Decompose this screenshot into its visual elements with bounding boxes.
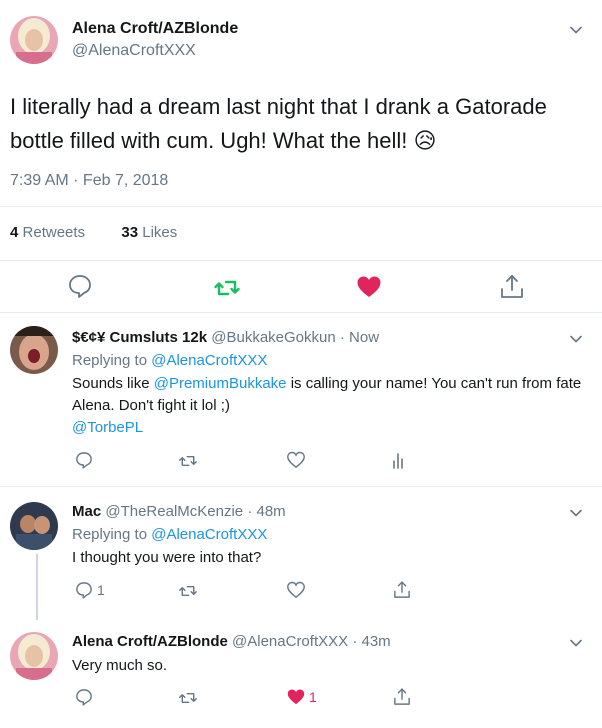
share-icon [394, 581, 410, 598]
reply-author-handle[interactable]: @TheRealMcKenzie [105, 503, 243, 520]
heart-icon [287, 581, 305, 599]
replying-to-link[interactable]: @AlenaCroftXXX [151, 526, 267, 543]
reply-count: 1 [97, 582, 105, 598]
reply-text: Very much so. [72, 657, 168, 674]
share-action[interactable] [392, 580, 412, 600]
reply-icon [76, 452, 92, 469]
tweet-text: I literally had a dream last night that … [10, 90, 590, 158]
chevron-down-icon[interactable] [568, 635, 584, 651]
retweets-stat[interactable]: 4 Retweets [10, 224, 85, 241]
retweet-icon[interactable] [213, 274, 241, 302]
reply-author-handle[interactable]: @BukkakeGokkun [211, 329, 335, 346]
reply-action[interactable] [74, 687, 94, 707]
retweet-action[interactable] [178, 451, 198, 471]
replying-to: Replying to @AlenaCroftXXX [72, 526, 268, 543]
reply-author-name[interactable]: Alena Croft/AZBlonde [72, 633, 228, 650]
avatar[interactable] [10, 502, 58, 550]
avatar[interactable] [10, 16, 58, 64]
divider [0, 260, 602, 261]
reply-icon [76, 689, 92, 706]
retweet-icon [179, 456, 197, 466]
thread-line [36, 554, 38, 620]
avatar[interactable] [10, 632, 58, 680]
reply-text: I thought you were into that? [72, 549, 262, 566]
reply-author[interactable]: $€¢¥ Cumsluts 12k @BukkakeGokkun · Now [72, 329, 379, 346]
replying-to: Replying to @AlenaCroftXXX [72, 352, 268, 369]
reply-action[interactable]: 1 [74, 580, 105, 600]
analytics-icon [393, 453, 403, 469]
retweet-icon [179, 693, 197, 703]
reply-time[interactable]: 48m [257, 503, 286, 520]
reply-icon [76, 582, 92, 599]
like-heart-icon[interactable] [355, 273, 383, 301]
reply-text: Sounds like @PremiumBukkake is calling y… [72, 375, 582, 436]
share-icon[interactable] [498, 273, 526, 301]
heart-icon [287, 451, 305, 469]
chevron-down-icon[interactable] [568, 331, 584, 347]
likes-stat[interactable]: 33 Likes [121, 224, 177, 241]
reply-author-handle[interactable]: @AlenaCroftXXX [232, 633, 348, 650]
heart-icon [287, 689, 305, 705]
retweet-icon [179, 586, 197, 596]
reply-author-name[interactable]: $€¢¥ Cumsluts 12k [72, 329, 207, 346]
reply-author[interactable]: Alena Croft/AZBlonde @AlenaCroftXXX · 43… [72, 633, 391, 650]
reply-time[interactable]: Now [349, 329, 379, 346]
author-handle[interactable]: @AlenaCroftXXX [72, 42, 196, 60]
chevron-down-icon[interactable] [568, 22, 584, 38]
reply-author-name[interactable]: Mac [72, 503, 101, 520]
divider [0, 206, 602, 207]
reply-action[interactable] [74, 450, 94, 470]
replying-to-link[interactable]: @AlenaCroftXXX [151, 352, 267, 369]
share-icon [394, 688, 410, 705]
analytics-action[interactable] [390, 451, 410, 471]
tweet-text-body: I literally had a dream last night that … [10, 94, 547, 153]
reply-time[interactable]: 43m [361, 633, 390, 650]
reply-author[interactable]: Mac @TheRealMcKenzie · 48m [72, 503, 286, 520]
mention-link[interactable]: @TorbePL [72, 419, 143, 436]
like-action[interactable]: 1 [286, 687, 317, 707]
divider [0, 312, 602, 313]
tweet-timestamp[interactable]: 7:39 AM · Feb 7, 2018 [10, 172, 168, 190]
divider [0, 486, 602, 487]
retweet-action[interactable] [178, 581, 198, 601]
chevron-down-icon[interactable] [568, 505, 584, 521]
reply-icon[interactable] [66, 272, 94, 300]
avatar[interactable] [10, 326, 58, 374]
sad-face-emoji-icon: 😥 [413, 128, 437, 153]
share-action[interactable] [392, 687, 412, 707]
like-action[interactable] [286, 450, 306, 470]
mention-link[interactable]: @PremiumBukkake [154, 375, 287, 392]
author-name[interactable]: Alena Croft/AZBlonde [72, 20, 238, 38]
like-count: 1 [309, 689, 317, 705]
like-action[interactable] [286, 580, 306, 600]
retweet-action[interactable] [178, 688, 198, 708]
tweet-stats: 4 Retweets 33 Likes [10, 224, 177, 241]
